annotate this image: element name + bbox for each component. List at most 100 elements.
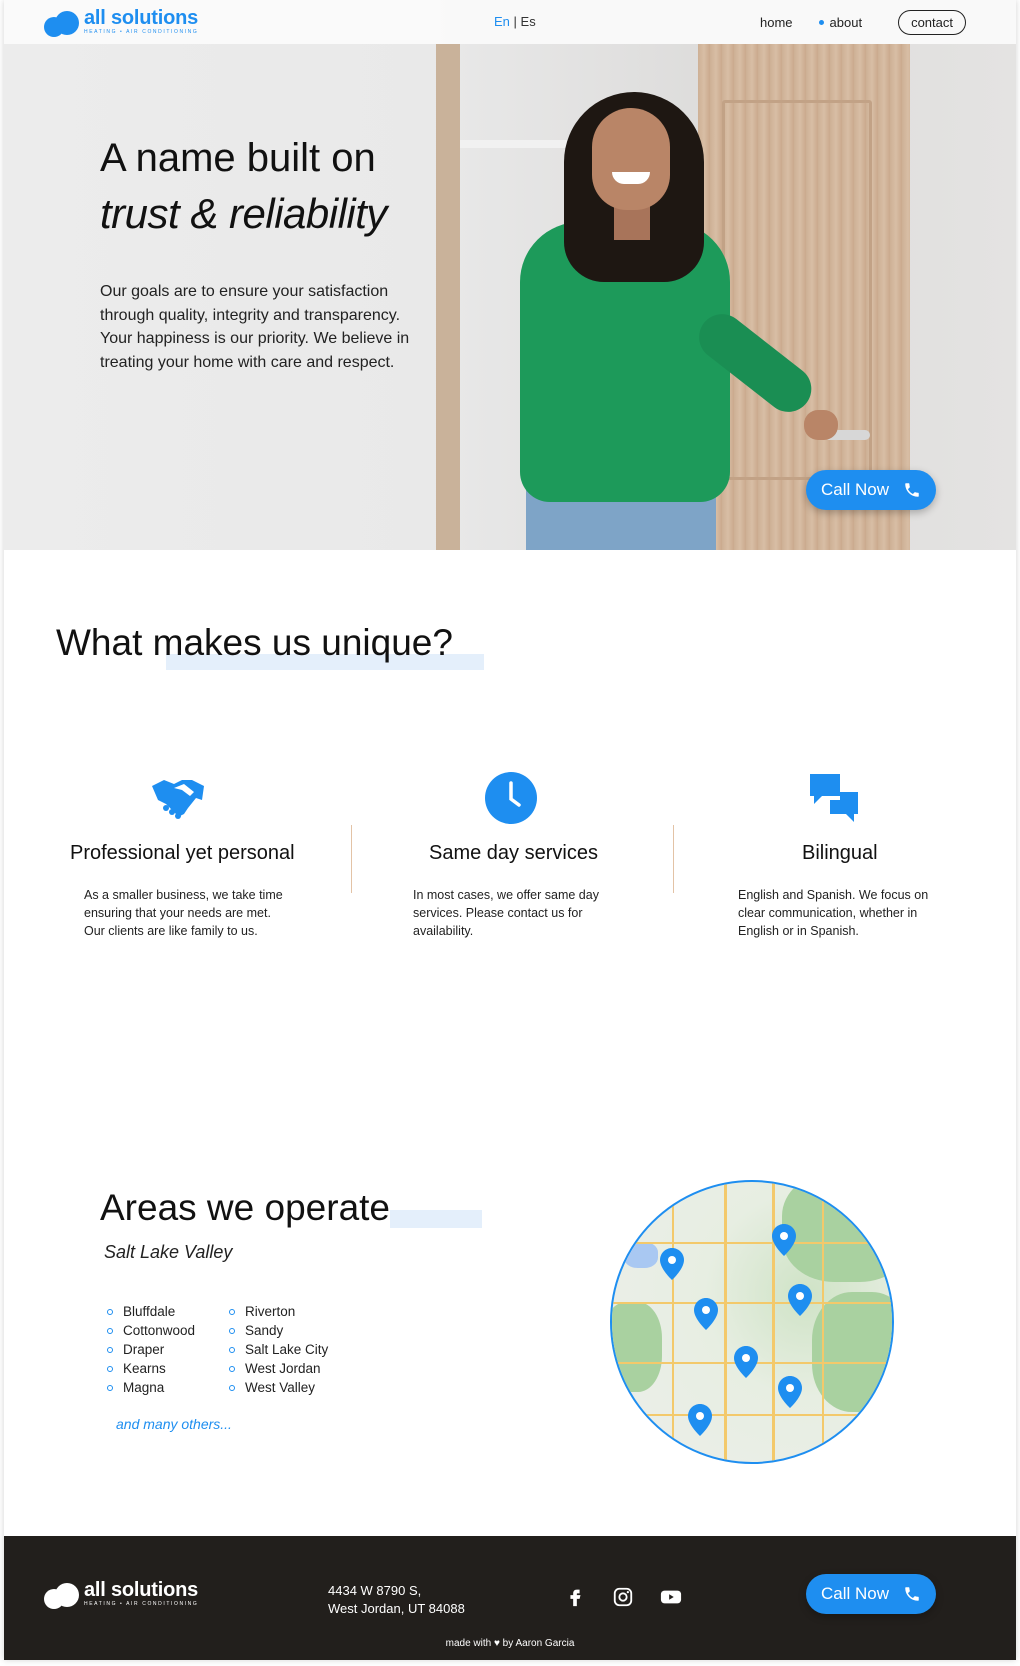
feature-title: Professional yet personal bbox=[70, 842, 295, 864]
bullet-icon bbox=[229, 1384, 235, 1391]
city-name: Riverton bbox=[245, 1304, 296, 1319]
map-road bbox=[724, 1182, 727, 1462]
city-name: Draper bbox=[123, 1342, 165, 1357]
hero-photo-face bbox=[592, 108, 670, 210]
social-links bbox=[564, 1586, 708, 1608]
address-line2: West Jordan, UT 84088 bbox=[328, 1601, 465, 1616]
site-header: all solutions HEATING • AIR CONDITIONING… bbox=[4, 0, 1016, 44]
language-switcher: En | Es bbox=[494, 14, 536, 29]
areas-section-title: Areas we operate bbox=[100, 1187, 391, 1228]
logo-cloud-icon bbox=[44, 9, 80, 37]
hero-photo-hand bbox=[804, 410, 838, 440]
service-area-map bbox=[610, 1180, 894, 1464]
logo-name: all solutions bbox=[84, 7, 199, 29]
bullet-icon bbox=[229, 1327, 235, 1334]
footer-credit: made with ♥ by Aaron Garcia bbox=[445, 1638, 575, 1649]
map-pin-icon bbox=[772, 1224, 796, 1256]
feature-divider bbox=[351, 825, 352, 893]
logo-cloud-icon bbox=[44, 1581, 80, 1609]
feature-title: Same day services bbox=[429, 842, 598, 864]
active-dot-icon bbox=[818, 20, 824, 25]
hero-title: A name built on trust & reliability bbox=[100, 130, 387, 242]
map-road bbox=[612, 1414, 892, 1416]
feature-description: English and Spanish. We focus on clear c… bbox=[738, 888, 929, 938]
list-item: West Jordan bbox=[229, 1359, 328, 1378]
map-pin-icon bbox=[694, 1298, 718, 1330]
footer-logo-tagline: HEATING • AIR CONDITIONING bbox=[84, 1601, 199, 1607]
facebook-icon[interactable] bbox=[564, 1586, 586, 1608]
unique-section-title: What makes us unique? bbox=[56, 622, 453, 663]
nav-contact-button[interactable]: contact bbox=[898, 10, 966, 35]
address-line1: 4434 W 8790 S, bbox=[328, 1583, 422, 1598]
main-nav: home about contact bbox=[760, 10, 966, 35]
map-road bbox=[612, 1302, 892, 1304]
map-pin-icon bbox=[660, 1248, 684, 1280]
footer-call-now-label: Call Now bbox=[820, 1584, 890, 1603]
city-name: Sandy bbox=[245, 1323, 284, 1338]
youtube-icon[interactable] bbox=[660, 1586, 682, 1608]
feature-divider bbox=[673, 825, 674, 893]
map-pin-icon bbox=[688, 1404, 712, 1436]
map-road bbox=[822, 1182, 824, 1462]
lang-separator: | bbox=[513, 14, 517, 29]
bullet-icon bbox=[107, 1365, 113, 1372]
bullet-icon bbox=[229, 1365, 235, 1372]
footer-logo-name: all solutions bbox=[84, 1579, 199, 1601]
bullet-icon bbox=[107, 1346, 113, 1353]
header-logo[interactable]: all solutions HEATING • AIR CONDITIONING bbox=[44, 7, 199, 37]
areas-title-highlight bbox=[390, 1210, 482, 1228]
map-pin-icon bbox=[788, 1284, 812, 1316]
hero-photo-door-panel bbox=[722, 100, 872, 480]
instagram-icon[interactable] bbox=[612, 1586, 634, 1608]
hero-section: A name built on trust & reliability Our … bbox=[4, 0, 1016, 550]
lang-en-link[interactable]: En bbox=[494, 14, 510, 29]
city-name: Kearns bbox=[123, 1361, 166, 1376]
footer-address: 4434 W 8790 S, West Jordan, UT 84088 bbox=[328, 1582, 465, 1618]
map-mountain-area bbox=[782, 1182, 892, 1282]
phone-icon bbox=[905, 1587, 919, 1601]
footer-logo[interactable]: all solutions HEATING • AIR CONDITIONING bbox=[44, 1579, 199, 1609]
nav-about-link[interactable]: about bbox=[818, 15, 862, 30]
city-list-2: Riverton Sandy Salt Lake City West Jorda… bbox=[229, 1302, 328, 1397]
hero-photo-door-frame bbox=[436, 44, 460, 550]
bullet-icon bbox=[229, 1346, 235, 1353]
map-hills-area bbox=[612, 1302, 662, 1392]
hero-call-now-label: Call Now bbox=[820, 480, 890, 499]
hero-title-line1: A name built on bbox=[100, 136, 376, 180]
areas-more-link[interactable]: and many others... bbox=[116, 1416, 232, 1432]
hero-call-now-button[interactable]: Call Now bbox=[806, 470, 936, 510]
list-item: Cottonwood bbox=[107, 1321, 195, 1340]
city-name: West Valley bbox=[245, 1380, 316, 1395]
list-item: Sandy bbox=[229, 1321, 328, 1340]
handshake-icon bbox=[152, 780, 204, 819]
areas-subtitle: Salt Lake Valley bbox=[104, 1242, 233, 1262]
city-name: Bluffdale bbox=[123, 1304, 176, 1319]
chat-bubbles-icon bbox=[810, 774, 858, 822]
list-item: Kearns bbox=[107, 1359, 195, 1378]
footer-call-now-button[interactable]: Call Now bbox=[806, 1574, 936, 1614]
hero-title-line2: trust & reliability bbox=[100, 190, 387, 237]
city-name: Salt Lake City bbox=[245, 1342, 329, 1357]
city-list-1: Bluffdale Cottonwood Draper Kearns Magna bbox=[107, 1302, 195, 1397]
map-mountain-area bbox=[812, 1292, 892, 1412]
list-item: Salt Lake City bbox=[229, 1340, 328, 1359]
list-item: West Valley bbox=[229, 1378, 328, 1397]
bullet-icon bbox=[107, 1384, 113, 1391]
lang-es-link[interactable]: Es bbox=[521, 14, 536, 29]
feature-description: In most cases, we offer same day service… bbox=[413, 888, 599, 938]
city-name: West Jordan bbox=[245, 1361, 321, 1376]
bullet-icon bbox=[229, 1308, 235, 1315]
city-name: Magna bbox=[123, 1380, 165, 1395]
site-footer: all solutions HEATING • AIR CONDITIONING… bbox=[4, 1536, 1016, 1660]
list-item: Bluffdale bbox=[107, 1302, 195, 1321]
feature-description: As a smaller business, we take time ensu… bbox=[84, 888, 283, 938]
nav-home-link[interactable]: home bbox=[760, 15, 793, 30]
feature-title: Bilingual bbox=[802, 842, 878, 864]
map-lake-area bbox=[624, 1242, 658, 1268]
hero-description: Our goals are to ensure your satisfactio… bbox=[100, 283, 410, 371]
city-name: Cottonwood bbox=[123, 1323, 196, 1338]
list-item: Draper bbox=[107, 1340, 195, 1359]
page: A name built on trust & reliability Our … bbox=[4, 0, 1016, 1660]
map-pin-icon bbox=[734, 1346, 758, 1378]
bullet-icon bbox=[107, 1308, 113, 1315]
